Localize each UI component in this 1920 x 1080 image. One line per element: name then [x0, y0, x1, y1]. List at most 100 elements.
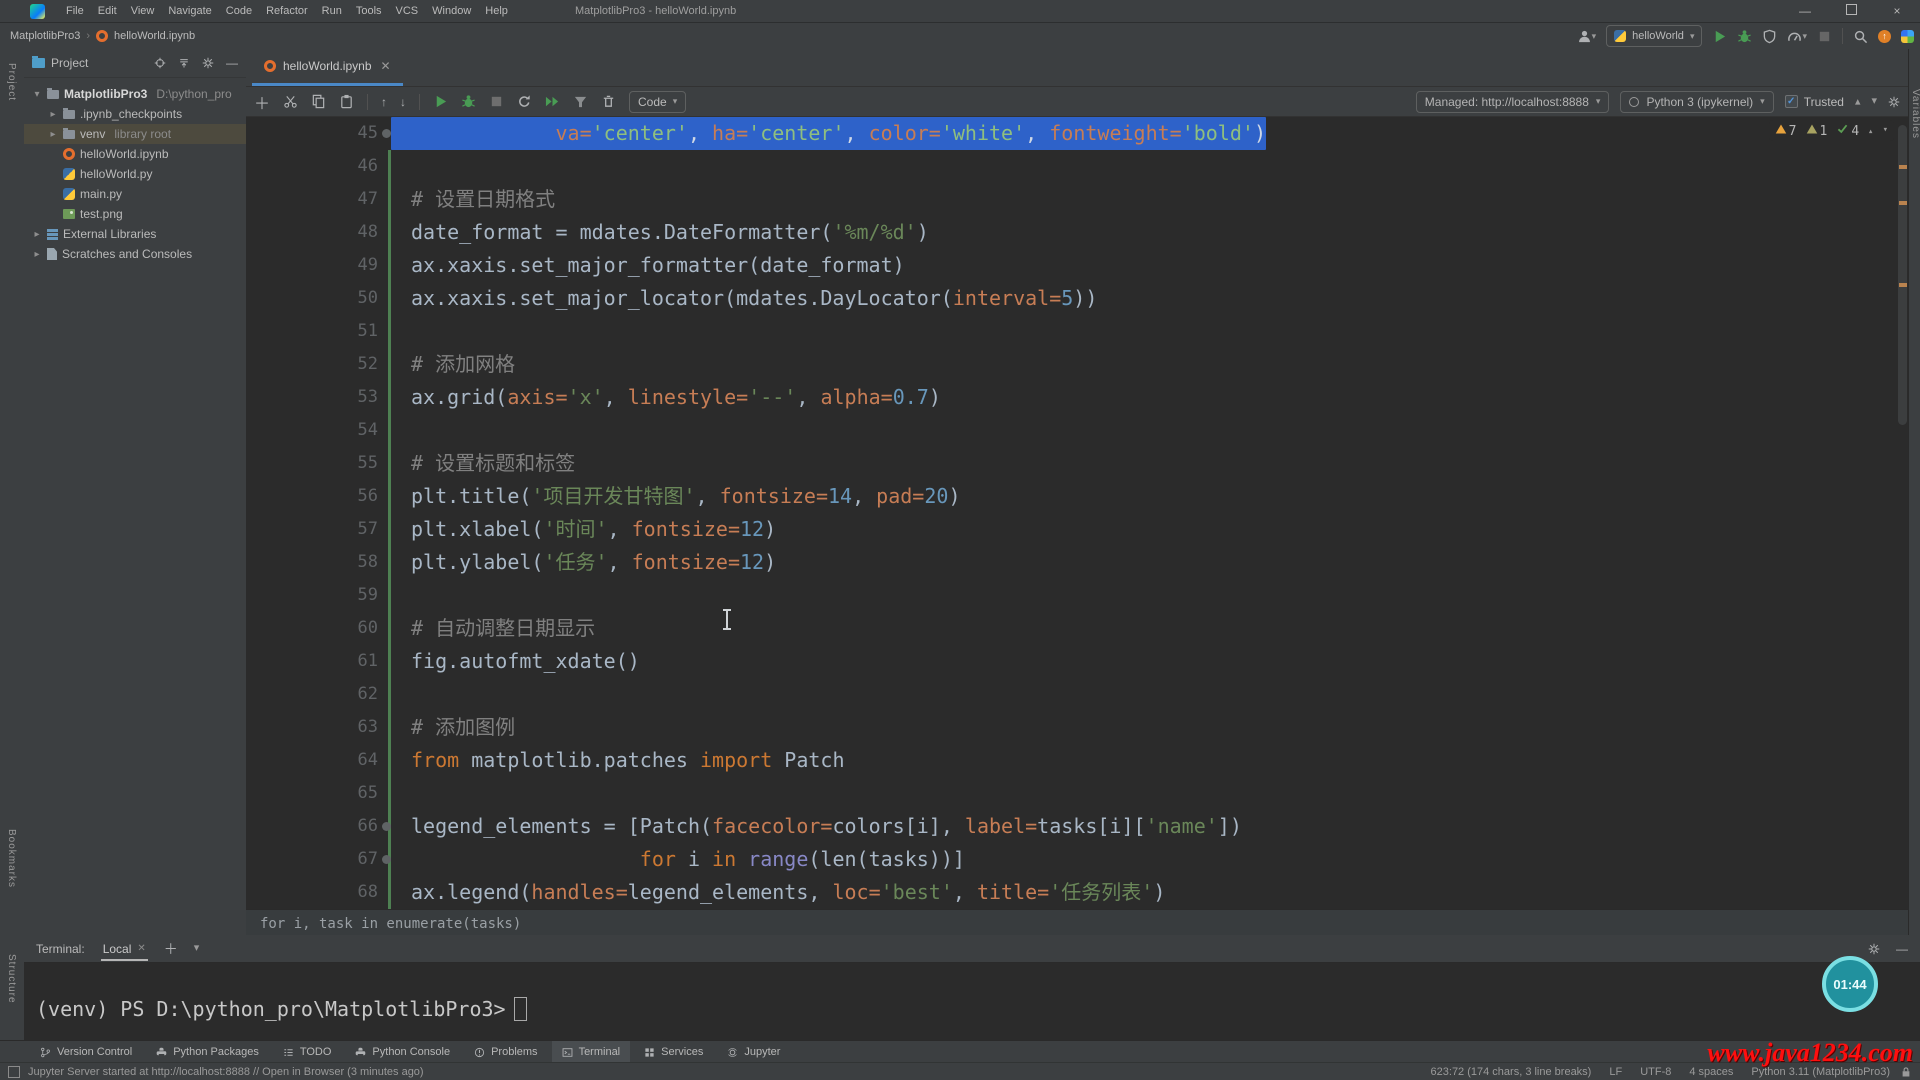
status-message[interactable]: Jupyter Server started at http://localho… [28, 1066, 424, 1078]
collapse-all-cells-icon[interactable]: ▾ [1855, 96, 1861, 107]
breadcrumb-file[interactable]: helloWorld.ipynb [114, 30, 195, 42]
hide-terminal-icon[interactable]: — [1896, 942, 1908, 956]
debug-cell-button[interactable] [461, 94, 476, 109]
tree-item-matplotlibpro3[interactable]: ▾MatplotlibPro3D:\python_pro [24, 84, 246, 104]
stop-button[interactable] [1817, 29, 1832, 44]
tree-chevron-icon[interactable]: ▾ [32, 89, 42, 100]
add-cell-button[interactable]: ＋ [254, 90, 270, 114]
code-line[interactable]: 64from matplotlib.patches import Patch [246, 744, 1908, 777]
delete-cell-button[interactable] [601, 94, 616, 109]
close-tab-icon[interactable]: ✕ [381, 59, 391, 73]
menu-view[interactable]: View [124, 5, 162, 17]
run-configuration-select[interactable]: helloWorld ▾ [1606, 25, 1702, 47]
search-everywhere-icon[interactable] [1853, 29, 1868, 44]
code-text[interactable]: # 设置标题和标签 [391, 447, 575, 480]
code-line[interactable]: 66legend_elements = [Patch(facecolor=col… [246, 810, 1908, 843]
code-line[interactable]: 63# 添加图例 [246, 711, 1908, 744]
sticky-context-bar[interactable]: for i, task in enumerate(tasks) [246, 909, 1908, 937]
notebook-settings-gear-icon[interactable] [1888, 96, 1900, 108]
run-button[interactable] [1712, 29, 1727, 44]
code-text[interactable]: plt.title('项目开发甘特图', fontsize=14, pad=20… [391, 480, 960, 513]
menu-tools[interactable]: Tools [349, 5, 389, 17]
stripe-bookmarks-button[interactable]: Bookmarks [6, 829, 17, 888]
minimize-button[interactable]: — [1782, 4, 1828, 18]
code-with-me-icon[interactable] [1901, 30, 1914, 43]
tree-item-venv[interactable]: ▸venvlibrary root [24, 124, 246, 144]
tool-button-terminal[interactable]: Terminal [552, 1041, 631, 1063]
move-cell-up-button[interactable]: ↑ [381, 95, 387, 109]
tree-item-helloworld-py[interactable]: helloWorld.py [24, 164, 246, 184]
restart-kernel-button[interactable] [517, 94, 532, 109]
code-text[interactable]: plt.ylabel('任务', fontsize=12) [391, 546, 776, 579]
tree-chevron-icon[interactable]: ▸ [48, 129, 58, 140]
menu-run[interactable]: Run [315, 5, 349, 17]
tree-chevron-icon[interactable]: ▸ [32, 249, 42, 260]
tree-item-main-py[interactable]: main.py [24, 184, 246, 204]
breadcrumb-project[interactable]: MatplotlibPro3 [10, 30, 80, 42]
interrupt-kernel-button[interactable] [489, 94, 504, 109]
code-line[interactable]: 52# 添加网格 [246, 348, 1908, 381]
hide-panel-icon[interactable]: — [226, 56, 238, 70]
code-text[interactable] [391, 150, 411, 183]
terminal-settings-gear-icon[interactable] [1868, 943, 1880, 955]
tool-button-python-packages[interactable]: Python Packages [146, 1041, 269, 1063]
menu-refactor[interactable]: Refactor [259, 5, 315, 17]
tree-item-external-libraries[interactable]: ▸External Libraries [24, 224, 246, 244]
code-line[interactable]: 60# 自动调整日期显示 [246, 612, 1908, 645]
tab-helloworld-ipynb[interactable]: helloWorld.ipynb ✕ [252, 49, 403, 86]
tree-chevron-icon[interactable]: ▸ [32, 229, 42, 240]
jupyter-server-select[interactable]: Managed: http://localhost:8888▾ [1416, 91, 1610, 113]
code-text[interactable]: # 添加网格 [391, 348, 515, 381]
code-text[interactable] [391, 678, 411, 711]
code-line[interactable]: 67 for i in range(len(tasks))] [246, 843, 1908, 876]
code-text[interactable]: fig.autofmt_xdate() [391, 645, 640, 678]
tree-item-test-png[interactable]: test.png [24, 204, 246, 224]
code-line[interactable]: 49ax.xaxis.set_major_formatter(date_form… [246, 249, 1908, 282]
select-opened-file-icon[interactable] [154, 57, 166, 69]
code-line[interactable]: 46 [246, 150, 1908, 183]
run-cell-button[interactable] [433, 94, 448, 109]
code-text[interactable] [391, 315, 411, 348]
code-line[interactable]: 48date_format = mdates.DateFormatter('%m… [246, 216, 1908, 249]
code-text[interactable]: va='center', ha='center', color='white',… [391, 117, 1266, 150]
code-line[interactable]: 59 [246, 579, 1908, 612]
tree-chevron-icon[interactable]: ▸ [48, 109, 58, 120]
trusted-checkbox[interactable]: ✓ Trusted [1785, 95, 1844, 109]
tree-item-scratches-and-consoles[interactable]: ▸Scratches and Consoles [24, 244, 246, 264]
code-line[interactable]: 47# 设置日期格式 [246, 183, 1908, 216]
menu-vcs[interactable]: VCS [389, 5, 426, 17]
debug-button[interactable] [1737, 29, 1752, 44]
cell-type-select[interactable]: Code▾ [629, 91, 686, 113]
close-terminal-tab-icon[interactable]: ✕ [137, 943, 145, 954]
code-line[interactable]: 68ax.legend(handles=legend_elements, loc… [246, 876, 1908, 909]
menu-navigate[interactable]: Navigate [161, 5, 218, 17]
code-text[interactable]: ax.legend(handles=legend_elements, loc='… [391, 876, 1165, 909]
code-text[interactable]: ax.xaxis.set_major_formatter(date_format… [391, 249, 905, 282]
code-line[interactable]: 58plt.ylabel('任务', fontsize=12) [246, 546, 1908, 579]
tool-button-version-control[interactable]: Version Control [30, 1041, 142, 1063]
code-text[interactable]: # 自动调整日期显示 [391, 612, 595, 645]
terminal-tab-local[interactable]: Local ✕ [101, 942, 148, 960]
code-line[interactable]: 57plt.xlabel('时间', fontsize=12) [246, 513, 1908, 546]
run-all-cells-button[interactable] [545, 94, 560, 109]
code-line[interactable]: 45 va='center', ha='center', color='whit… [246, 117, 1908, 150]
tool-button-todo[interactable]: TODO [273, 1041, 342, 1063]
tool-button-jupyter[interactable]: Jupyter [717, 1041, 790, 1063]
menu-file[interactable]: File [59, 5, 91, 17]
move-cell-down-button[interactable]: ↓ [400, 95, 406, 109]
code-text[interactable]: legend_elements = [Patch(facecolor=color… [391, 810, 1242, 843]
cut-cell-button[interactable] [283, 94, 298, 109]
stripe-variables-button[interactable]: Variables [1910, 89, 1920, 139]
code-text[interactable]: from matplotlib.patches import Patch [391, 744, 845, 777]
code-text[interactable] [391, 414, 411, 447]
tree-item-helloworld-ipynb[interactable]: helloWorld.ipynb [24, 144, 246, 164]
close-button[interactable]: × [1874, 4, 1920, 18]
kernel-select[interactable]: Python 3 (ipykernel)▾ [1620, 91, 1773, 113]
code-line[interactable]: 55# 设置标题和标签 [246, 447, 1908, 480]
code-text[interactable] [391, 777, 411, 810]
code-text[interactable]: # 添加图例 [391, 711, 515, 744]
event-log-icon[interactable] [8, 1066, 20, 1078]
code-text[interactable]: for i in range(len(tasks))] [391, 843, 965, 876]
code-text[interactable] [391, 579, 411, 612]
terminal-tabs-dropdown-icon[interactable]: ▾ [194, 943, 200, 954]
